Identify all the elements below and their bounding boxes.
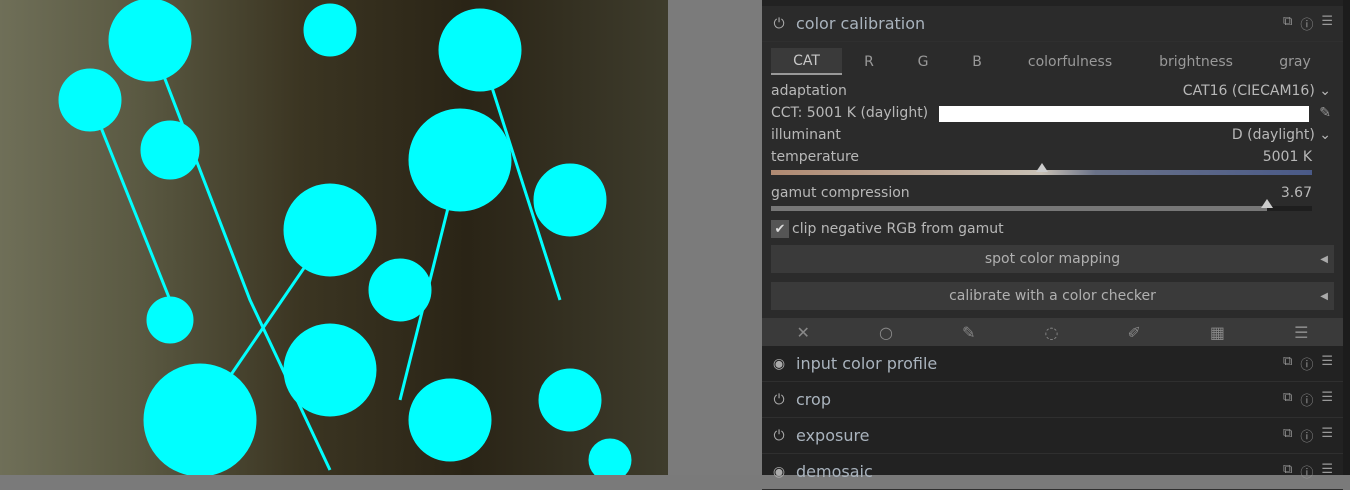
always-on-icon: ◉ [772,355,786,372]
module-name: exposure [796,426,870,445]
drawn-mask-icon[interactable]: ✎ [962,323,975,342]
chevron-down-icon: ⌄ [1319,127,1331,143]
overexposure-overlay [58,0,632,475]
tab-g[interactable]: G [896,48,950,75]
tab-bar: CAT R G B colorfulness brightness gray [771,48,1334,75]
power-icon[interactable]: ⏻ [762,392,796,408]
spot-color-mapping-section[interactable]: spot color mapping ◀ [771,245,1334,273]
illuminant-color-swatch [939,106,1309,122]
multi-instance-icon[interactable]: ⧉ [1283,354,1292,373]
multi-instance-icon[interactable]: ⧉ [1283,426,1292,445]
tab-b[interactable]: B [950,48,1004,75]
presets-icon[interactable]: ☰ [1321,390,1333,409]
gamut-row: gamut compression 3.67 [771,185,1312,201]
clip-label: clip negative RGB from gamut [792,221,1004,237]
temperature-label: temperature [771,149,859,165]
collapse-arrow-icon: ◀ [1320,290,1328,302]
checkmark-icon[interactable]: ✔ [771,220,789,238]
adaptation-label: adaptation [771,83,847,99]
canvas-border [668,0,762,475]
module-header-crop[interactable]: ⏻ crop ⧉ ⓘ ☰ [762,382,1343,418]
parametric-mask-icon[interactable]: ◌ [1044,323,1058,342]
presets-icon[interactable]: ☰ [1321,354,1333,373]
module-name: demosaic [796,462,873,481]
color-picker-icon[interactable]: ✎ [1319,105,1331,121]
module-panel: ⏻ color calibration ⧉ ⓘ ☰ CAT R G B colorf… [762,0,1350,490]
clip-checkbox[interactable]: ✔ clip negative RGB from gamut [771,220,1312,238]
module-name: crop [796,390,831,409]
module-name: color calibration [796,14,926,33]
chevron-down-icon: ⌄ [1319,83,1331,99]
adaptation-value: CAT16 (CIECAM16) [1182,83,1315,99]
mask-off-icon[interactable]: ✕ [797,323,810,342]
module-name: input color profile [796,354,938,373]
illuminant-value: D (daylight) [1231,127,1315,143]
gamut-value: 3.67 [1280,185,1312,201]
color-checker-section[interactable]: calibrate with a color checker ◀ [771,282,1334,310]
gamut-slider[interactable] [771,199,1312,211]
raster-mask-icon[interactable]: ▦ [1210,323,1225,342]
drawn-parametric-mask-icon[interactable]: ✐ [1127,323,1140,342]
power-icon[interactable]: ⏻ [762,428,796,444]
temperature-slider[interactable] [771,163,1312,175]
slider-thumb[interactable] [1035,163,1048,172]
blend-mask-bar: ✕ ○ ✎ ◌ ✐ ▦ ☰ [762,318,1343,346]
presets-icon[interactable]: ☰ [1321,462,1333,481]
module-body: CAT R G B colorfulness brightness gray a… [762,42,1343,318]
section-label: spot color mapping [984,251,1121,267]
module-header-exposure[interactable]: ⏻ exposure ⧉ ⓘ ☰ [762,418,1343,454]
uniform-mask-icon[interactable]: ○ [879,323,893,342]
adaptation-combobox[interactable]: adaptation CAT16 (CIECAM16) ⌄ [771,83,1331,99]
tab-r[interactable]: R [842,48,896,75]
reset-icon[interactable]: ⓘ [1300,390,1313,409]
cct-row: CCT: 5001 K (daylight) ✎ [771,105,1331,122]
temperature-value: 5001 K [1262,149,1312,165]
multi-instance-icon[interactable]: ⧉ [1283,14,1292,33]
reset-icon[interactable]: ⓘ [1300,14,1313,33]
multi-instance-icon[interactable]: ⧉ [1283,462,1292,481]
scrollbar[interactable] [1343,0,1350,475]
collapse-arrow-icon: ◀ [1320,253,1328,265]
illuminant-label: illuminant [771,127,841,143]
gamut-label: gamut compression [771,185,910,201]
module-header-color-calibration[interactable]: ⏻ color calibration ⧉ ⓘ ☰ [762,6,1343,42]
presets-icon[interactable]: ☰ [1321,14,1333,33]
tab-brightness[interactable]: brightness [1136,48,1256,75]
tab-colorfulness[interactable]: colorfulness [1004,48,1136,75]
always-on-icon: ◉ [772,463,786,480]
illuminant-combobox[interactable]: illuminant D (daylight) ⌄ [771,127,1331,143]
section-label: calibrate with a color checker [949,288,1156,304]
slider-thumb[interactable] [1261,199,1274,208]
tab-cat[interactable]: CAT [771,48,842,75]
module-header-input-color-profile[interactable]: ◉ input color profile ⧉ ⓘ ☰ [762,346,1343,382]
tab-gray[interactable]: gray [1256,48,1334,75]
cct-label: CCT: 5001 K (daylight) [771,105,929,121]
image-preview[interactable] [0,0,668,475]
slider-fill [771,206,1268,211]
presets-icon[interactable]: ☰ [1321,426,1333,445]
module-header-demosaic[interactable]: ◉ demosaic ⧉ ⓘ ☰ [762,454,1343,490]
power-icon[interactable]: ⏻ [762,16,796,32]
reset-icon[interactable]: ⓘ [1300,426,1313,445]
blend-menu-icon[interactable]: ☰ [1294,323,1308,342]
reset-icon[interactable]: ⓘ [1300,462,1313,481]
reset-icon[interactable]: ⓘ [1300,354,1313,373]
multi-instance-icon[interactable]: ⧉ [1283,390,1292,409]
